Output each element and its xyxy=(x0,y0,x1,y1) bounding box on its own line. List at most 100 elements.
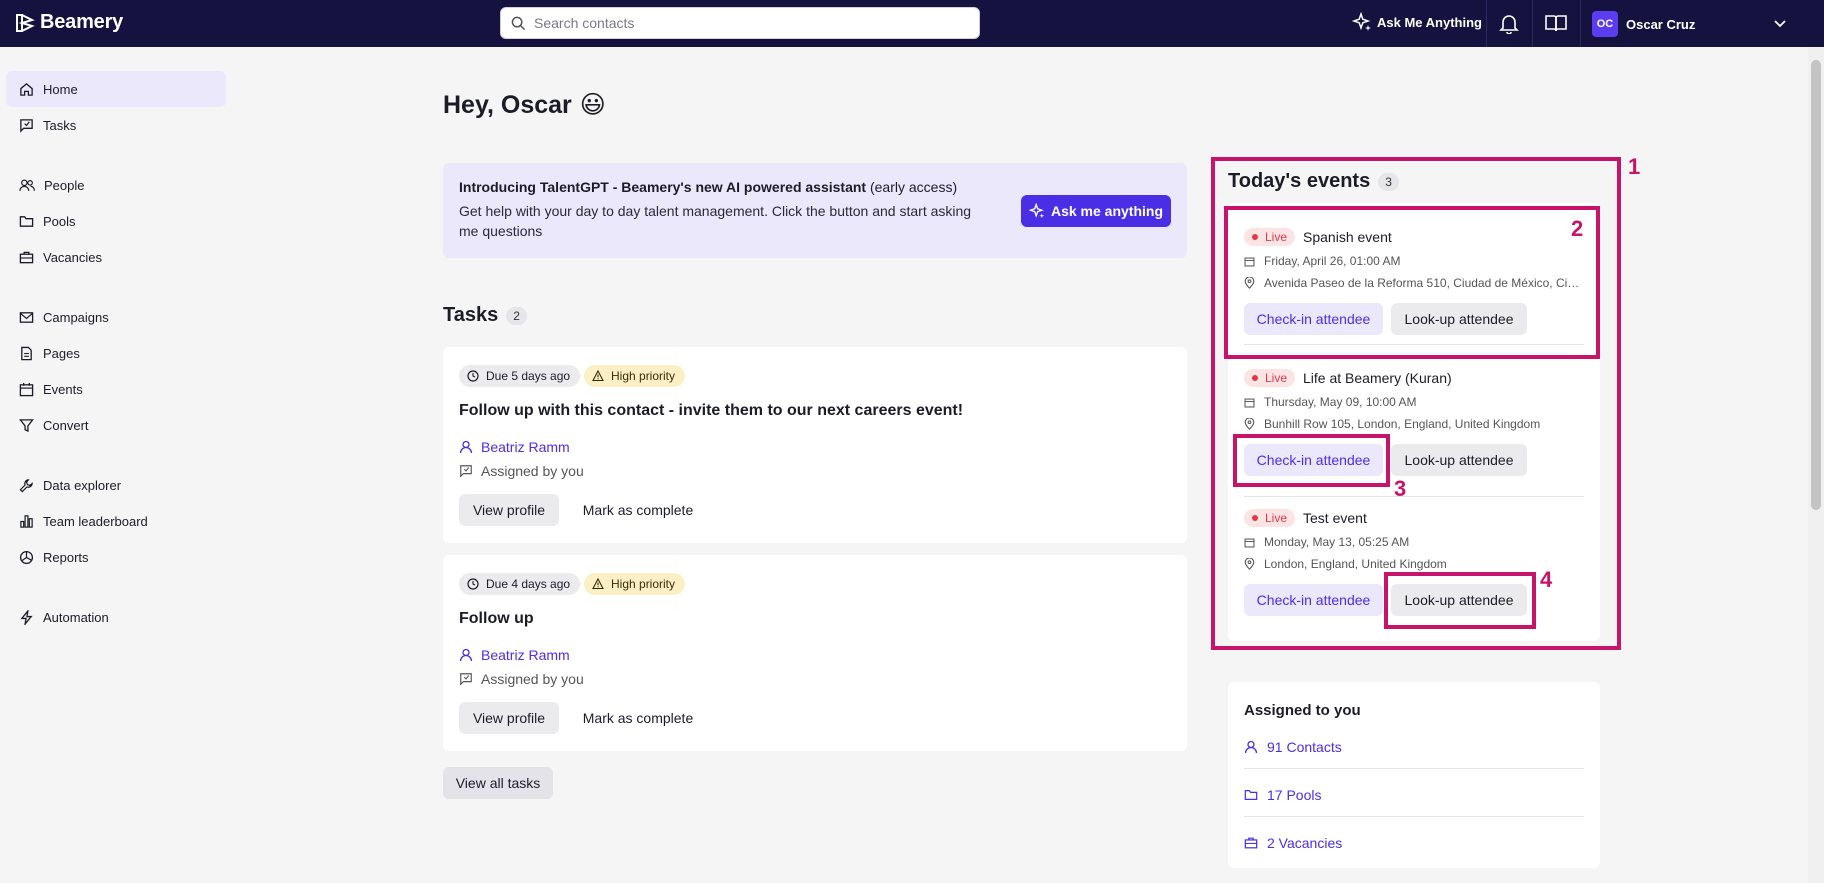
sidebar-item-reports[interactable]: Reports xyxy=(6,539,226,575)
folder-icon xyxy=(19,215,34,227)
calendar-icon xyxy=(19,382,34,396)
sidebar-item-label: Data explorer xyxy=(43,477,122,493)
tasks-heading: Tasks 2 xyxy=(443,304,527,327)
funnel-icon xyxy=(19,418,34,432)
warning-icon xyxy=(592,578,604,590)
clock-icon xyxy=(467,578,479,590)
assigned-pools-link[interactable]: 17 Pools xyxy=(1244,787,1321,803)
task-assigned: Assigned by you xyxy=(459,463,584,479)
sidebar-item-label: Campaigns xyxy=(43,309,109,325)
search-input[interactable] xyxy=(534,15,954,31)
sidebar-item-pages[interactable]: Pages xyxy=(6,335,226,371)
banner-title: Introducing TalentGPT - Beamery's new AI… xyxy=(459,179,1171,195)
task-title[interactable]: Follow up with this contact - invite the… xyxy=(459,402,963,420)
brand-name: Beamery xyxy=(40,11,124,33)
briefcase-icon xyxy=(19,251,34,263)
scrollbar-thumb[interactable] xyxy=(1811,60,1821,510)
view-profile-button[interactable]: View profile xyxy=(459,702,559,734)
view-all-tasks-button[interactable]: View all tasks xyxy=(443,767,553,799)
sidebar-item-label: Home xyxy=(43,81,78,97)
talentgpt-banner: Introducing TalentGPT - Beamery's new AI… xyxy=(443,163,1187,258)
user-menu[interactable]: OC Oscar Cruz xyxy=(1592,11,1695,37)
sidebar-item-people[interactable]: People xyxy=(6,167,226,203)
sidebar-item-events[interactable]: Events xyxy=(6,371,226,407)
assigned-vacancies-text: 2 Vacancies xyxy=(1267,835,1343,851)
brand-logo[interactable]: Beamery xyxy=(14,11,123,34)
beamery-logo-icon xyxy=(16,13,35,32)
mail-icon xyxy=(19,311,34,323)
wrench-icon xyxy=(19,478,33,492)
people-icon xyxy=(19,179,35,191)
sidebar-item-tasks[interactable]: Tasks xyxy=(6,107,226,143)
pie-chart-icon xyxy=(19,550,34,564)
annotation-box-4 xyxy=(1384,572,1536,629)
person-icon xyxy=(1244,740,1258,754)
sidebar-item-home[interactable]: Home xyxy=(6,71,226,107)
annotation-label-2: 2 xyxy=(1571,216,1584,241)
sidebar-item-label: People xyxy=(44,177,85,193)
topbar-divider xyxy=(1532,0,1533,47)
due-badge: Due 4 days ago xyxy=(459,573,581,595)
smile-emoji: 😃 xyxy=(579,91,606,119)
sidebar-item-vacancies[interactable]: Vacancies xyxy=(6,239,226,275)
assigned-divider xyxy=(1244,816,1584,817)
task-title[interactable]: Follow up xyxy=(459,610,534,628)
sidebar-item-team-leaderboard[interactable]: Team leaderboard xyxy=(6,503,226,539)
task-card: Due 5 days ago High priority Follow up w… xyxy=(443,347,1187,543)
assigned-vacancies-link[interactable]: 2 Vacancies xyxy=(1244,835,1342,851)
ask-me-anything-banner-label: Ask me anything xyxy=(1050,203,1164,219)
view-profile-button[interactable]: View profile xyxy=(459,494,559,526)
task-contact-name: Beatriz Ramm xyxy=(481,647,570,663)
due-badge: Due 5 days ago xyxy=(459,365,581,387)
sidebar-item-label: Convert xyxy=(43,417,89,433)
sidebar-item-label: Vacancies xyxy=(43,249,103,265)
ask-me-anything-banner-button[interactable]: Ask me anything xyxy=(1021,195,1171,227)
home-icon xyxy=(20,82,33,96)
sidebar-item-label: Pages xyxy=(43,345,80,361)
priority-badge: High priority xyxy=(584,365,686,387)
tasks-count-badge: 2 xyxy=(506,306,527,325)
task-contact-name: Beatriz Ramm xyxy=(481,439,570,455)
sidebar-item-campaigns[interactable]: Campaigns xyxy=(6,299,226,335)
task-card: Due 4 days ago High priority Follow up B… xyxy=(443,555,1187,751)
book-icon[interactable] xyxy=(1544,12,1568,34)
sidebar-item-label: Pools xyxy=(43,213,76,229)
user-name: Oscar Cruz xyxy=(1626,16,1696,32)
mark-as-complete-button[interactable]: Mark as complete xyxy=(569,494,707,526)
sidebar-item-pools[interactable]: Pools xyxy=(6,203,226,239)
sidebar-item-label: Team leaderboard xyxy=(43,513,148,529)
annotation-label-3: 3 xyxy=(1394,476,1407,501)
sidebar-item-label: Tasks xyxy=(43,117,77,133)
task-contact-link[interactable]: Beatriz Ramm xyxy=(459,647,570,663)
search-bar[interactable] xyxy=(500,7,980,39)
briefcase-icon xyxy=(1244,837,1258,849)
greeting-text: Hey, Oscar xyxy=(443,90,572,119)
avatar: OC xyxy=(1592,11,1618,37)
banner-title-suffix: (early access) xyxy=(869,179,958,195)
assigned-contacts-link[interactable]: 91 Contacts xyxy=(1244,739,1342,755)
sidebar-item-automation[interactable]: Automation xyxy=(6,599,226,635)
mark-as-complete-button[interactable]: Mark as complete xyxy=(569,702,707,734)
tasks-title: Tasks xyxy=(443,304,499,326)
priority-text: High priority xyxy=(611,369,676,383)
search-icon xyxy=(511,16,526,30)
task-contact-link[interactable]: Beatriz Ramm xyxy=(459,439,570,455)
top-bar: Beamery Ask Me Anything OC Oscar Cruz xyxy=(0,0,1824,47)
topbar-divider xyxy=(1486,0,1487,47)
folder-icon xyxy=(1244,790,1258,800)
assigned-pools-text: 17 Pools xyxy=(1267,787,1322,803)
ask-me-anything-button[interactable]: Ask Me Anything xyxy=(1352,12,1482,32)
sidebar-item-label: Reports xyxy=(43,549,89,565)
bell-icon[interactable] xyxy=(1498,12,1520,34)
sparkle-icon xyxy=(1352,12,1371,31)
person-icon xyxy=(459,648,473,662)
sidebar-item-data-explorer[interactable]: Data explorer xyxy=(6,467,226,503)
person-icon xyxy=(459,440,473,454)
assigned-contacts-text: 91 Contacts xyxy=(1267,739,1342,755)
annotation-box-3 xyxy=(1233,434,1390,487)
ask-me-anything-label: Ask Me Anything xyxy=(1377,14,1482,30)
chevron-down-icon[interactable] xyxy=(1772,15,1788,31)
sidebar-item-convert[interactable]: Convert xyxy=(6,407,226,443)
task-assigned: Assigned by you xyxy=(459,671,584,687)
annotation-label-4: 4 xyxy=(1540,567,1553,592)
